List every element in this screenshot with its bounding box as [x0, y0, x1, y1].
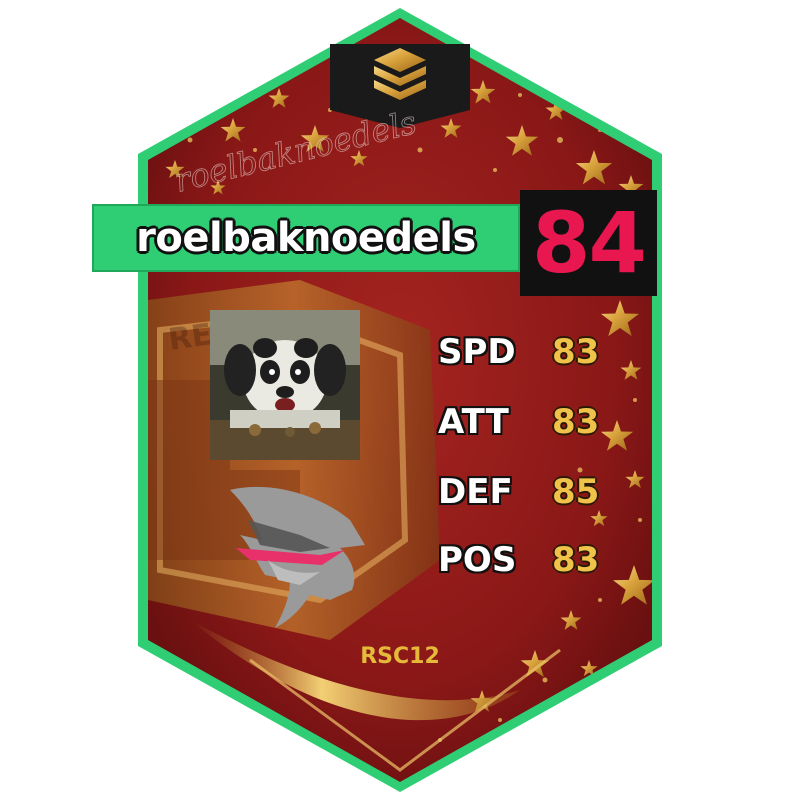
stat-label: DEF: [438, 472, 513, 512]
stat-value: 83: [552, 402, 600, 442]
stat-value: 83: [552, 332, 600, 372]
stat-value: 85: [552, 472, 600, 512]
overall-rating: 84: [532, 194, 647, 292]
stat-row-pos: POS 83: [438, 535, 618, 585]
stat-label: POS: [438, 540, 517, 580]
stat-label: ATT: [438, 402, 509, 442]
stat-row-spd: SPD 83: [438, 327, 618, 377]
overall-rating-box: 84: [520, 190, 657, 296]
stat-row-def: DEF 85: [438, 467, 618, 517]
stat-row-att: ATT 83: [438, 397, 618, 447]
stat-label: SPD: [438, 332, 516, 372]
player-name-bar: roelbaknoedels: [92, 204, 520, 272]
player-name: roelbaknoedels: [136, 215, 476, 261]
stat-value: 83: [552, 540, 600, 580]
series-code: RSC12: [360, 644, 440, 669]
player-card: REDE: [138, 8, 662, 792]
panda-avatar-image: [210, 310, 360, 460]
